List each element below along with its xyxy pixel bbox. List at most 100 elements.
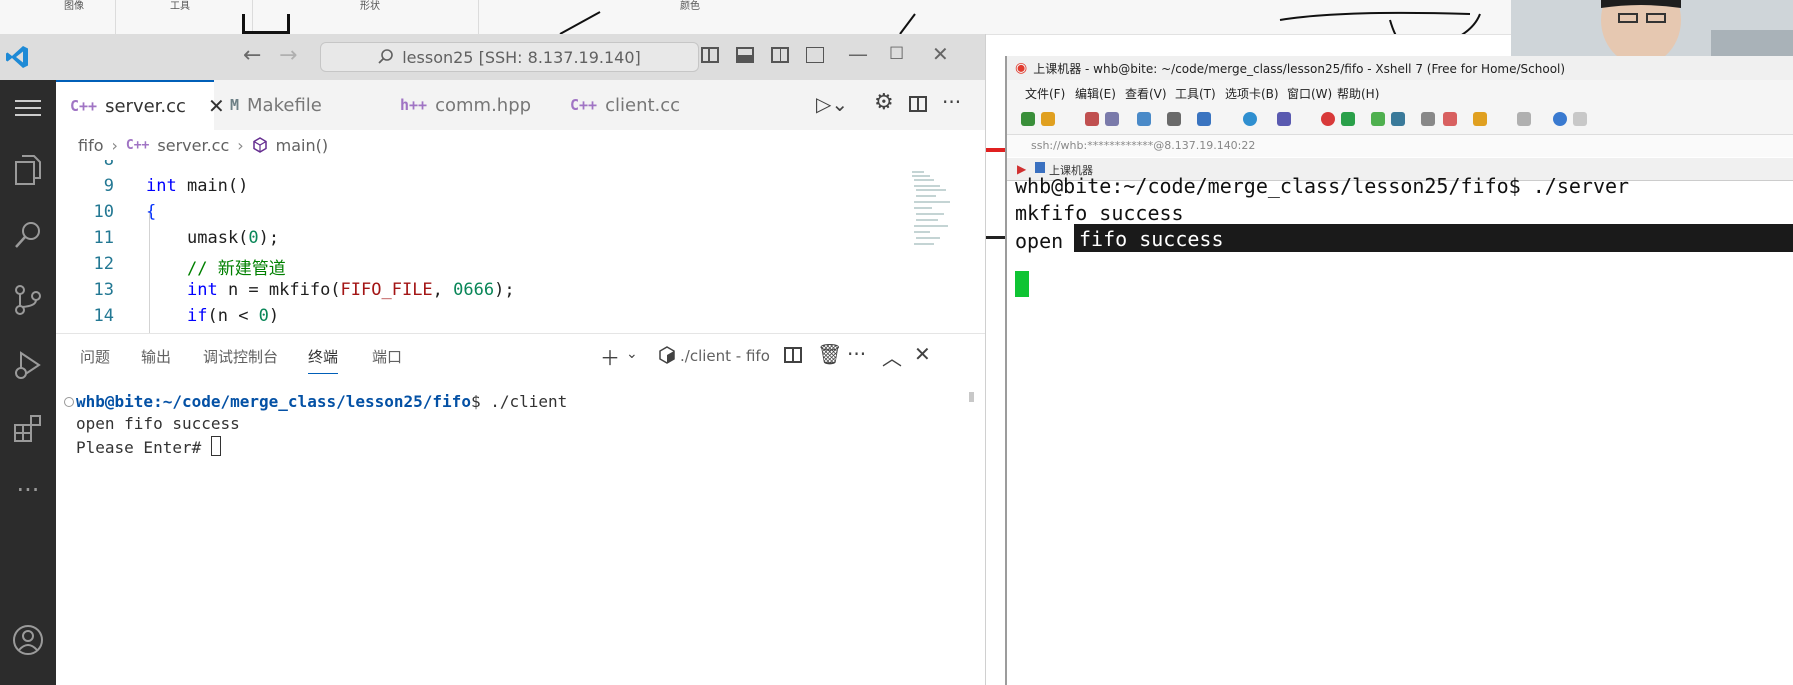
explorer-icon[interactable] xyxy=(8,150,48,190)
toggle-panel-icon[interactable] xyxy=(736,47,754,63)
new-terminal-icon[interactable]: ＋ xyxy=(600,342,620,371)
code-editor[interactable]: 8 9 int main() 10 { 11 umask(0); 12 // 新… xyxy=(56,160,985,333)
code-text: { xyxy=(146,202,157,222)
tab-debug-console[interactable]: 调试控制台 xyxy=(203,346,278,367)
fullscreen-icon[interactable] xyxy=(1371,112,1385,126)
menu-help[interactable]: 帮助(H) xyxy=(1337,85,1379,102)
toggle-secondary-sidebar-icon[interactable] xyxy=(771,47,789,63)
transfer-icon[interactable] xyxy=(1473,112,1487,126)
xftp-icon[interactable] xyxy=(1321,112,1335,126)
tab-ports[interactable]: 端口 xyxy=(372,346,402,367)
layout-icon[interactable] xyxy=(1517,112,1531,126)
minimap[interactable] xyxy=(910,168,960,258)
code-line: 8 xyxy=(56,160,896,176)
tab-label: client.cc xyxy=(605,94,681,116)
menu-edit[interactable]: 编辑(E) xyxy=(1075,85,1116,102)
line-number: 13 xyxy=(93,280,114,300)
tab-problems[interactable]: 问题 xyxy=(80,346,110,367)
tab-makefile[interactable]: M Makefile xyxy=(216,80,379,130)
menu-tab[interactable]: 选项卡(B) xyxy=(1225,85,1279,102)
help-icon[interactable] xyxy=(1553,112,1567,126)
command-decoration-icon xyxy=(64,397,74,407)
forward-arrow-icon[interactable]: → xyxy=(279,43,297,68)
find-icon[interactable] xyxy=(1167,112,1181,126)
code-line: 11 umask(0); xyxy=(56,228,896,254)
trash-icon[interactable]: 🗑 xyxy=(817,342,842,366)
split-editor-icon[interactable] xyxy=(909,96,927,112)
tab-comm-hpp[interactable]: h++ comm.hpp xyxy=(386,80,552,130)
close-panel-icon[interactable]: ✕ xyxy=(914,342,931,366)
gear-icon[interactable]: ⚙ xyxy=(874,90,894,115)
search-icon[interactable] xyxy=(8,215,48,255)
maximize-panel-icon[interactable]: ︿ xyxy=(882,342,902,371)
script-icon[interactable] xyxy=(1443,112,1457,126)
terminal-cursor xyxy=(1015,271,1029,297)
font-icon[interactable] xyxy=(1277,112,1291,126)
close-window-icon[interactable]: ✕ xyxy=(932,42,949,66)
reconnect-icon[interactable] xyxy=(1085,112,1099,126)
keyboard-icon[interactable] xyxy=(1421,112,1435,126)
terminal-cursor xyxy=(210,436,221,456)
chevron-down-icon[interactable]: ⌄ xyxy=(626,346,638,362)
xmanager-icon[interactable] xyxy=(1341,112,1355,126)
breadcrumb: fifo › C++ server.cc › main() xyxy=(56,130,985,160)
breadcrumb-file[interactable]: server.cc xyxy=(157,136,229,155)
extensions-icon[interactable] xyxy=(8,408,48,448)
back-arrow-icon[interactable]: ← xyxy=(243,43,261,68)
terminal-line: Please Enter# xyxy=(76,436,567,458)
tab-server-cc[interactable]: C++ server.cc ✕ xyxy=(56,80,225,130)
lock-icon[interactable] xyxy=(1391,112,1405,126)
run-debug-icon[interactable] xyxy=(8,345,48,385)
minimize-icon[interactable]: — xyxy=(848,42,868,66)
search-icon xyxy=(378,49,394,64)
line-number: 12 xyxy=(93,254,114,274)
cpp-file-icon: C++ xyxy=(70,97,98,115)
menu-tools[interactable]: 工具(T) xyxy=(1175,85,1216,102)
accounts-icon[interactable] xyxy=(8,620,48,660)
menu-file[interactable]: 文件(F) xyxy=(1025,85,1065,102)
copy-icon[interactable] xyxy=(1137,112,1151,126)
line-number: 14 xyxy=(93,306,114,326)
terminal-name[interactable]: ./client - fifo xyxy=(680,347,770,365)
menu-window[interactable]: 窗口(W) xyxy=(1287,85,1332,102)
split-terminal-icon[interactable] xyxy=(784,347,802,363)
toggle-primary-sidebar-icon[interactable] xyxy=(701,47,719,63)
chat-icon[interactable] xyxy=(1573,112,1587,126)
code-text: int main() xyxy=(146,176,249,196)
source-control-icon[interactable] xyxy=(8,280,48,320)
more-actions-icon[interactable]: ··· xyxy=(942,90,961,114)
tab-label: Makefile xyxy=(247,94,322,116)
breadcrumb-folder[interactable]: fifo xyxy=(78,136,104,155)
tab-client-cc[interactable]: C++ client.cc xyxy=(556,80,722,130)
terminal-scrollbar[interactable] xyxy=(969,392,974,402)
disconnect-icon[interactable] xyxy=(1105,112,1119,126)
customize-layout-icon[interactable] xyxy=(806,47,824,63)
menu-view[interactable]: 查看(V) xyxy=(1125,85,1167,102)
code-line: 13 int n = mkfifo(FIFO_FILE, 0666); xyxy=(56,280,896,306)
terminal-line: open xyxy=(1015,229,1076,253)
maximize-icon[interactable]: ☐ xyxy=(889,44,904,64)
terminal-shell-icon xyxy=(659,346,675,364)
properties-icon[interactable] xyxy=(1197,112,1211,126)
integrated-terminal[interactable]: whb@bite:~/code/merge_class/lesson25/fif… xyxy=(64,392,567,458)
terminal-line: open fifo success xyxy=(76,414,240,433)
xshell-terminal[interactable]: whb@bite:~/code/merge_class/lesson25/fif… xyxy=(1007,174,1793,685)
menu-icon[interactable] xyxy=(8,88,48,128)
breadcrumb-symbol[interactable]: main() xyxy=(276,136,328,155)
tab-label: server.cc xyxy=(105,95,186,117)
symbol-method-icon xyxy=(252,137,267,153)
globe-icon[interactable] xyxy=(1243,112,1257,126)
code-text: int n = mkfifo(FIFO_FILE, 0666); xyxy=(187,280,515,300)
tab-output[interactable]: 输出 xyxy=(141,346,171,367)
tab-terminal[interactable]: 终端 xyxy=(308,346,339,374)
open-folder-icon[interactable] xyxy=(1041,112,1055,126)
black-annotation-mark xyxy=(985,236,1005,239)
address-bar[interactable]: ssh://whb:************@8.137.19.140:22 xyxy=(1007,135,1793,157)
run-debug-icon[interactable]: ▷⌄ xyxy=(816,92,848,116)
chevron-right-icon: › xyxy=(237,135,244,155)
more-icon[interactable]: ··· xyxy=(8,470,48,510)
code-line: 14 if(n < 0) xyxy=(56,306,896,332)
new-session-icon[interactable] xyxy=(1021,112,1035,126)
command-center-search[interactable]: lesson25 [SSH: 8.137.19.140] xyxy=(320,42,699,72)
more-actions-icon[interactable]: ··· xyxy=(847,342,866,366)
